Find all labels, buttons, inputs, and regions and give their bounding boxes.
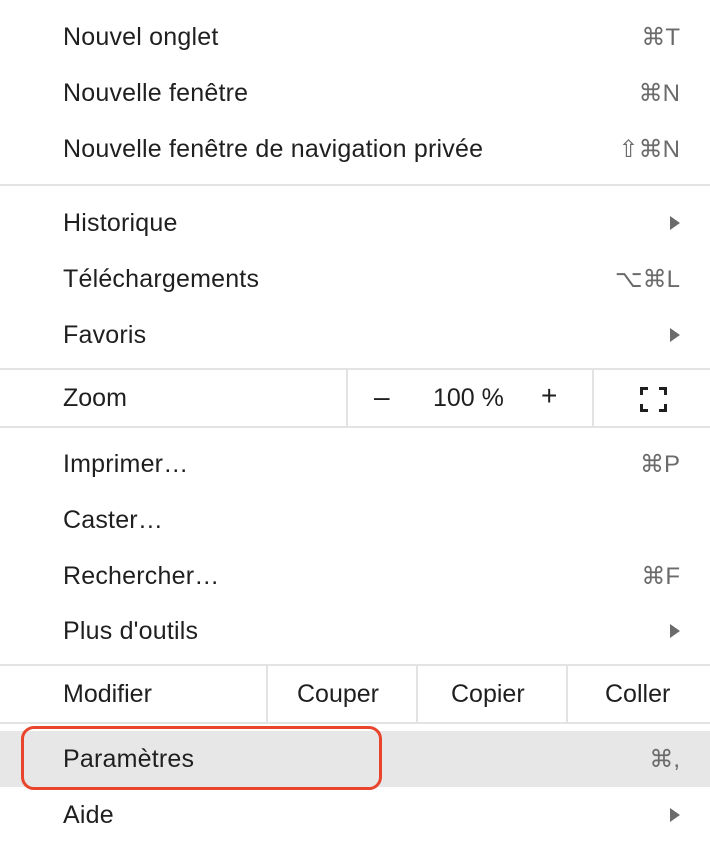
zoom-in-button[interactable]: +	[541, 380, 557, 412]
menu-item-new-window[interactable]: Nouvelle fenêtre ⌘N	[0, 65, 710, 121]
paste-button[interactable]: Coller	[605, 680, 670, 709]
menu-item-shortcut: ⇧⌘N	[618, 135, 680, 163]
menu-item-print[interactable]: Imprimer… ⌘P	[0, 436, 710, 492]
menu-item-label: Caster…	[63, 505, 164, 534]
zoom-row: Zoom – 100 % +	[0, 370, 710, 426]
menu-item-label: Imprimer…	[63, 449, 189, 478]
menu-item-new-incognito-window[interactable]: Nouvelle fenêtre de navigation privée ⇧⌘…	[0, 121, 710, 177]
menu-divider	[0, 184, 710, 186]
menu-item-downloads[interactable]: Téléchargements ⌥⌘L	[0, 251, 710, 307]
menu-item-label: Favoris	[63, 320, 147, 349]
cut-button[interactable]: Couper	[297, 680, 379, 709]
edit-separator	[266, 666, 268, 722]
menu-item-label: Téléchargements	[63, 264, 260, 293]
focus-highlight-ring	[21, 726, 382, 790]
submenu-arrow-icon	[670, 328, 680, 342]
menu-item-label: Historique	[63, 208, 178, 237]
menu-item-cast[interactable]: Caster…	[0, 492, 710, 548]
submenu-arrow-icon	[670, 624, 680, 638]
menu-divider	[0, 722, 710, 724]
menu-item-label: Plus d'outils	[63, 616, 199, 645]
menu-item-label: Aide	[63, 800, 114, 829]
menu-item-shortcut: ⌘,	[649, 745, 680, 773]
zoom-label: Zoom	[63, 384, 127, 412]
menu-item-new-tab[interactable]: Nouvel onglet ⌘T	[0, 9, 710, 65]
menu-item-find[interactable]: Rechercher… ⌘F	[0, 548, 710, 604]
edit-label: Modifier	[63, 680, 152, 708]
menu-item-bookmarks[interactable]: Favoris	[0, 307, 710, 363]
edit-row: Modifier Couper Copier Coller	[0, 666, 710, 722]
copy-button[interactable]: Copier	[451, 680, 525, 709]
zoom-separator	[592, 370, 594, 426]
menu-item-help[interactable]: Aide	[0, 787, 710, 843]
menu-item-shortcut: ⌘P	[639, 450, 680, 478]
menu-item-label: Nouvelle fenêtre	[63, 78, 249, 107]
zoom-out-button[interactable]: –	[374, 381, 390, 413]
submenu-arrow-icon	[670, 808, 680, 822]
menu-divider	[0, 426, 710, 428]
menu-item-label: Rechercher…	[63, 561, 220, 590]
menu-item-label: Nouvel onglet	[63, 22, 219, 51]
menu-item-shortcut: ⌘T	[641, 23, 680, 51]
zoom-level: 100 %	[433, 384, 504, 412]
menu-item-history[interactable]: Historique	[0, 195, 710, 251]
menu-item-shortcut: ⌥⌘L	[614, 265, 680, 293]
menu-item-shortcut: ⌘F	[641, 562, 680, 590]
zoom-separator	[346, 370, 348, 426]
menu-item-more-tools[interactable]: Plus d'outils	[0, 603, 710, 659]
menu-item-shortcut: ⌘N	[638, 79, 680, 107]
fullscreen-icon[interactable]	[640, 387, 667, 412]
browser-menu: Nouvel onglet ⌘T Nouvelle fenêtre ⌘N Nou…	[0, 0, 710, 852]
submenu-arrow-icon	[670, 216, 680, 230]
menu-item-label: Nouvelle fenêtre de navigation privée	[63, 134, 484, 163]
edit-separator	[566, 666, 568, 722]
edit-separator	[416, 666, 418, 722]
